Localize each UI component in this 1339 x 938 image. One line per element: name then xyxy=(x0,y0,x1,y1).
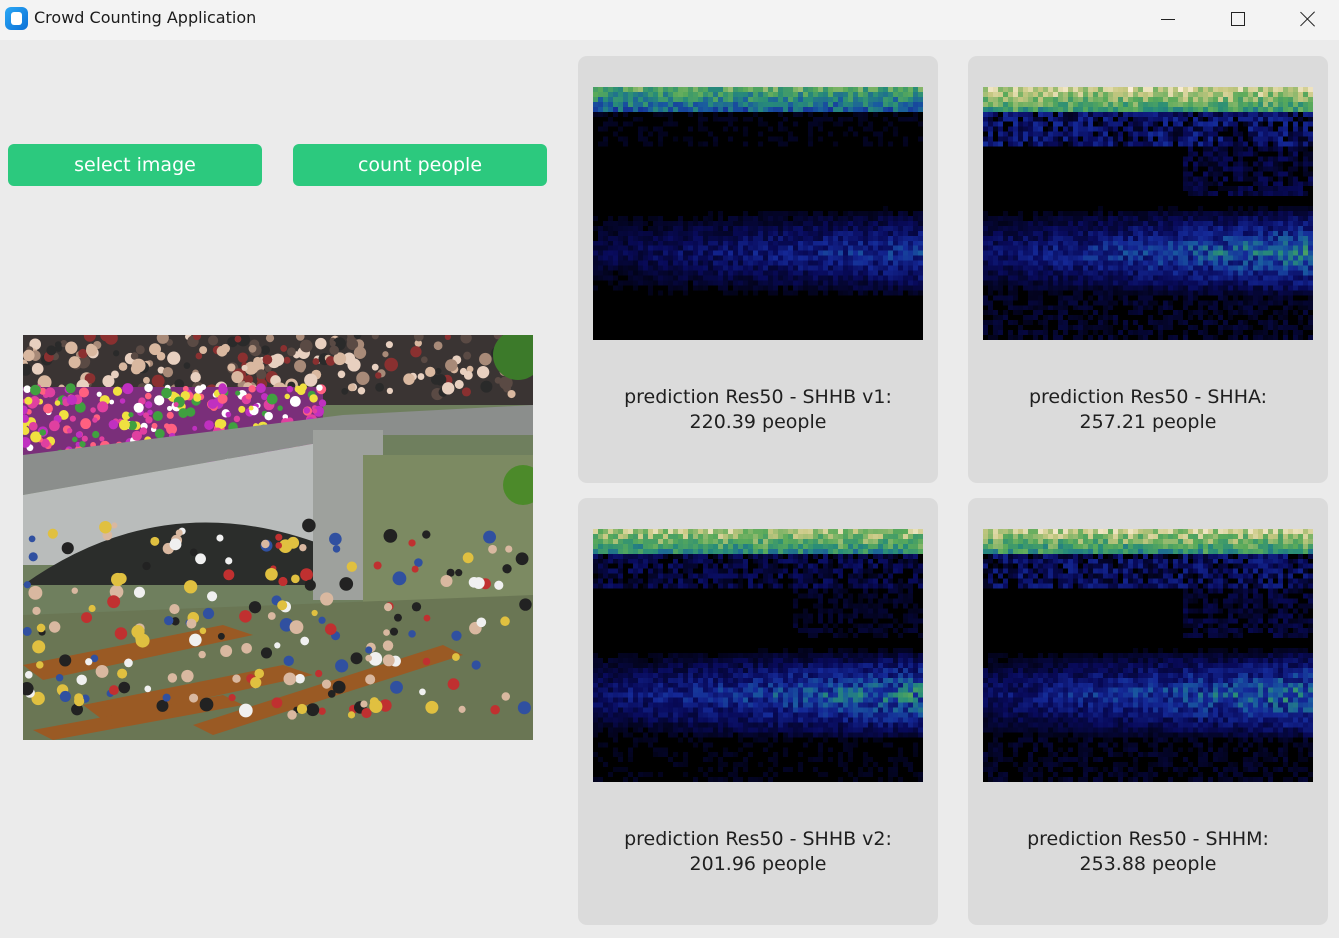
prediction-heading: prediction Res50 - SHHA: xyxy=(1028,386,1268,408)
prediction-label: prediction Res50 - SHHB v1: 220.39 peopl… xyxy=(578,385,938,435)
close-button[interactable] xyxy=(1273,0,1339,38)
minimize-button[interactable] xyxy=(1133,0,1203,38)
prediction-card: prediction Res50 - SHHA: 257.21 people xyxy=(968,56,1328,483)
prediction-count: 220.39 people xyxy=(689,411,827,433)
prediction-card: prediction Res50 - SHHB v2: 201.96 peopl… xyxy=(578,498,938,925)
prediction-heading: prediction Res50 - SHHB v2: xyxy=(624,828,892,850)
close-icon xyxy=(1300,11,1316,27)
crowd-photo-image xyxy=(23,335,533,740)
prediction-label: prediction Res50 - SHHM: 253.88 people xyxy=(968,827,1328,877)
prediction-card: prediction Res50 - SHHM: 253.88 people xyxy=(968,498,1328,925)
prediction-label: prediction Res50 - SHHB v2: 201.96 peopl… xyxy=(578,827,938,877)
prediction-count: 201.96 people xyxy=(689,853,827,875)
maximize-button[interactable] xyxy=(1203,0,1273,38)
app-icon xyxy=(5,7,28,30)
title-bar: Crowd Counting Application xyxy=(0,0,1339,40)
prediction-label: prediction Res50 - SHHA: 257.21 people xyxy=(968,385,1328,435)
density-map xyxy=(983,529,1313,782)
prediction-heading: prediction Res50 - SHHM: xyxy=(1027,828,1269,850)
density-map xyxy=(593,87,923,340)
select-image-button[interactable]: select image xyxy=(8,144,262,186)
prediction-card: prediction Res50 - SHHB v1: 220.39 peopl… xyxy=(578,56,938,483)
prediction-count: 257.21 people xyxy=(1079,411,1217,433)
crowd-photo xyxy=(23,335,533,740)
density-map xyxy=(983,87,1313,340)
count-people-button[interactable]: count people xyxy=(293,144,547,186)
prediction-count: 253.88 people xyxy=(1079,853,1217,875)
maximize-icon xyxy=(1231,12,1245,26)
density-map xyxy=(593,529,923,782)
minimize-icon xyxy=(1161,18,1175,20)
window-title: Crowd Counting Application xyxy=(34,8,257,27)
prediction-heading: prediction Res50 - SHHB v1: xyxy=(624,386,892,408)
